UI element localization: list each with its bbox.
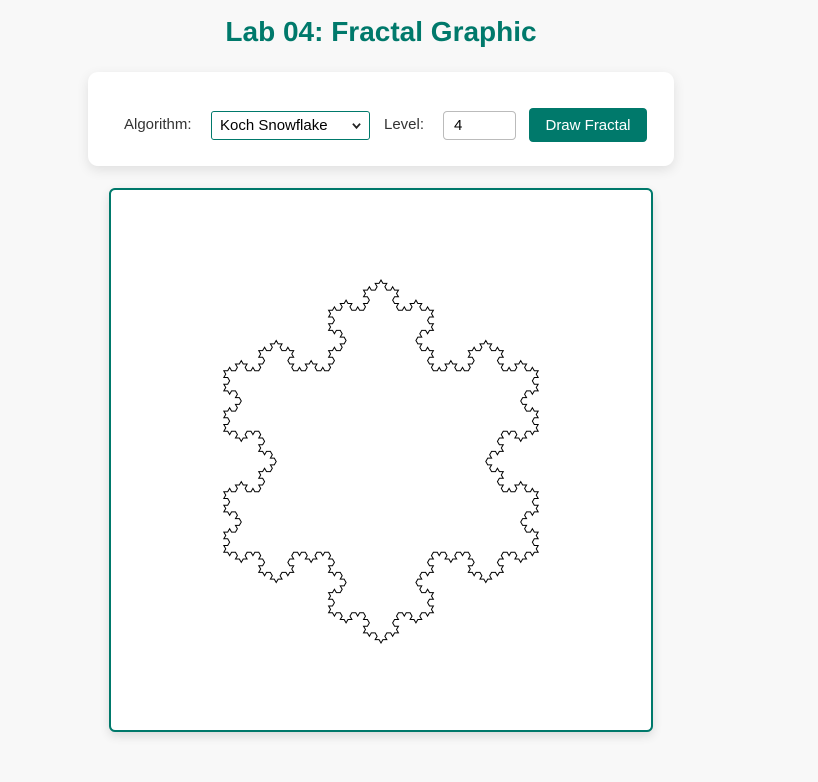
draw-fractal-button[interactable]: Draw Fractal: [529, 108, 647, 142]
fractal-drawing: [222, 279, 540, 644]
level-label: Level:: [384, 116, 425, 133]
page-title: Lab 04: Fractal Graphic: [225, 16, 537, 47]
level-input[interactable]: [443, 111, 516, 140]
chevron-down-icon: [352, 123, 361, 130]
fractal-canvas[interactable]: [109, 188, 653, 732]
koch-snowflake-path: [222, 279, 540, 644]
algorithm-selected-value: Koch Snowflake: [220, 117, 328, 134]
algorithm-label: Algorithm:: [124, 116, 192, 133]
algorithm-select[interactable]: Koch Snowflake: [211, 111, 370, 140]
controls-panel: Algorithm: Koch Snowflake Level: Draw Fr…: [88, 72, 674, 166]
